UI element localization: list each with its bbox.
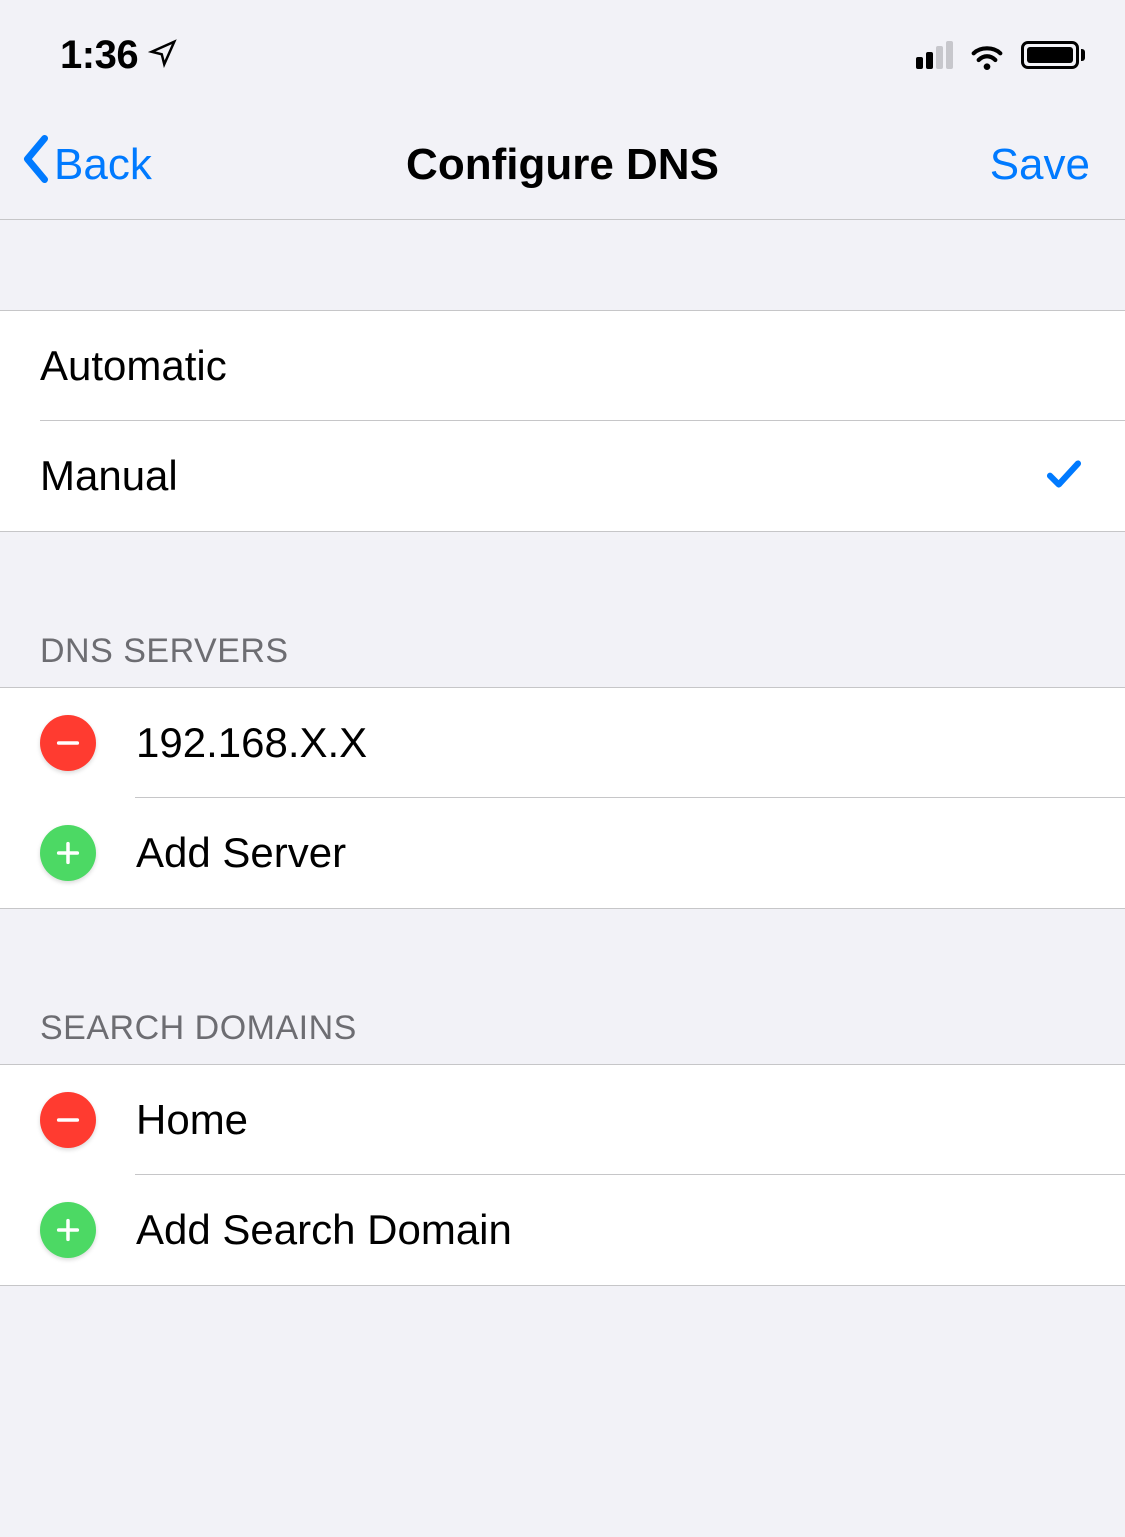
battery-icon	[1021, 41, 1085, 69]
mode-option-manual[interactable]: Manual	[0, 421, 1125, 531]
checkmark-icon	[1043, 453, 1085, 500]
page-title: Configure DNS	[406, 140, 719, 190]
dns-servers-header: DNS SERVERS	[0, 532, 1125, 687]
chevron-left-icon	[20, 135, 52, 194]
status-left: 1:36	[60, 33, 178, 78]
save-button[interactable]: Save	[990, 140, 1090, 190]
status-bar: 1:36	[0, 0, 1125, 110]
plus-icon	[54, 839, 82, 867]
add-domain-button[interactable]	[40, 1202, 96, 1258]
mode-option-label: Manual	[40, 452, 1043, 500]
status-time: 1:36	[60, 33, 138, 78]
dns-servers-group: 192.168.X.X Add Server	[0, 687, 1125, 909]
status-right	[916, 40, 1085, 70]
dns-server-value: 192.168.X.X	[136, 719, 367, 767]
remove-server-button[interactable]	[40, 715, 96, 771]
search-domain-value: Home	[136, 1096, 248, 1144]
search-domains-header: SEARCH DOMAINS	[0, 909, 1125, 1064]
mode-option-label: Automatic	[40, 342, 1085, 390]
add-domain-row[interactable]: Add Search Domain	[0, 1175, 1125, 1285]
nav-bar: Back Configure DNS Save	[0, 110, 1125, 220]
search-domain-row[interactable]: Home	[0, 1065, 1125, 1175]
mode-selection-group: Automatic Manual	[0, 310, 1125, 532]
plus-icon	[54, 1216, 82, 1244]
add-server-button[interactable]	[40, 825, 96, 881]
dns-server-row[interactable]: 192.168.X.X	[0, 688, 1125, 798]
back-button[interactable]: Back	[20, 135, 152, 194]
back-label: Back	[54, 140, 152, 190]
search-domains-group: Home Add Search Domain	[0, 1064, 1125, 1286]
wifi-icon	[967, 40, 1007, 70]
add-server-row[interactable]: Add Server	[0, 798, 1125, 908]
mode-option-automatic[interactable]: Automatic	[0, 311, 1125, 421]
add-domain-label: Add Search Domain	[136, 1206, 512, 1254]
cellular-signal-icon	[916, 41, 953, 69]
add-server-label: Add Server	[136, 829, 346, 877]
minus-icon	[54, 1106, 82, 1134]
remove-domain-button[interactable]	[40, 1092, 96, 1148]
minus-icon	[54, 729, 82, 757]
location-icon	[148, 38, 178, 73]
